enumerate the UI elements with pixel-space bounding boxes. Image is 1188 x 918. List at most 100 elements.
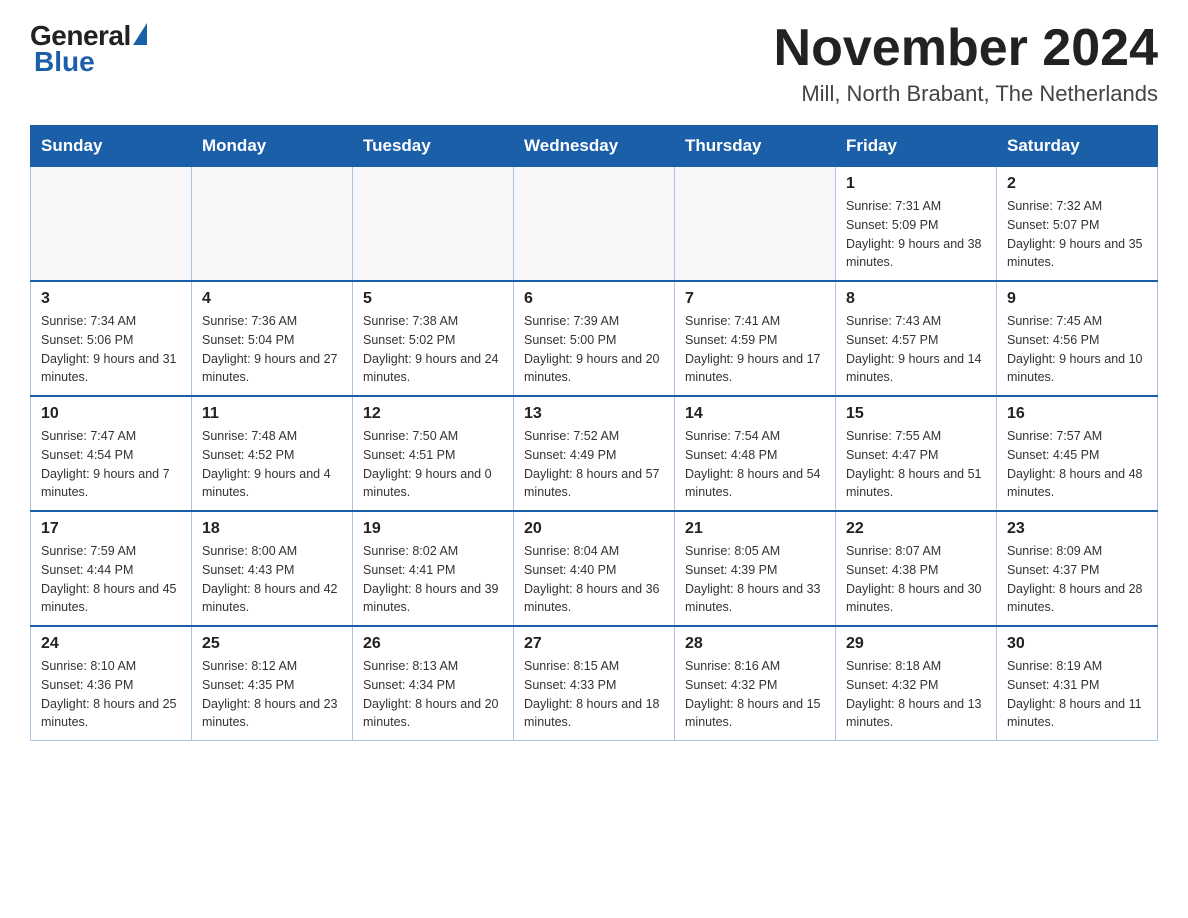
day-number: 8 — [846, 290, 986, 308]
table-row: 19Sunrise: 8:02 AM Sunset: 4:41 PM Dayli… — [353, 511, 514, 626]
header-day-thursday: Thursday — [675, 126, 836, 167]
title-block: November 2024 Mill, North Brabant, The N… — [774, 20, 1158, 107]
header-day-tuesday: Tuesday — [353, 126, 514, 167]
header-day-saturday: Saturday — [997, 126, 1158, 167]
location-title: Mill, North Brabant, The Netherlands — [774, 81, 1158, 107]
day-number: 12 — [363, 405, 503, 423]
day-info: Sunrise: 7:38 AM Sunset: 5:02 PM Dayligh… — [363, 312, 503, 387]
table-row: 2 Sunrise: 7:32 AM Sunset: 5:07 PM Daylig… — [997, 167, 1158, 282]
table-row: 29 Sunrise: 8:18 AM Sunset: 4:32 PM Dayli… — [836, 626, 997, 741]
table-row: 1 Sunrise: 7:31 AM Sunset: 5:09 PM Daylig… — [836, 167, 997, 282]
table-row: 28 Sunrise: 8:16 AM Sunset: 4:32 PM Dayli… — [675, 626, 836, 741]
page-header: General Blue November 2024 Mill, North B… — [30, 20, 1158, 107]
day-info: Sunrise: 8:00 AM Sunset: 4:43 PM Dayligh… — [202, 542, 342, 617]
calendar-week-3: 10 Sunrise: 7:47 AM Sunset: 4:54 PM Dayli… — [31, 396, 1158, 511]
day-number: 25 — [202, 635, 342, 653]
table-row: 26Sunrise: 8:13 AM Sunset: 4:34 PM Dayli… — [353, 626, 514, 741]
table-row: 5 Sunrise: 7:38 AM Sunset: 5:02 PM Daylig… — [353, 281, 514, 396]
day-info: Sunrise: 7:57 AM Sunset: 4:45 PM Dayligh… — [1007, 427, 1147, 502]
day-info: Sunrise: 8:16 AM Sunset: 4:32 PM Dayligh… — [685, 657, 825, 732]
day-info: Sunrise: 8:18 AM Sunset: 4:32 PM Dayligh… — [846, 657, 986, 732]
day-info: Sunrise: 7:31 AM Sunset: 5:09 PM Dayligh… — [846, 197, 986, 272]
day-number: 1 — [846, 175, 986, 193]
day-number: 9 — [1007, 290, 1147, 308]
logo-triangle-icon — [133, 23, 147, 45]
table-row: 13 Sunrise: 7:52 AM Sunset: 4:49 PM Dayli… — [514, 396, 675, 511]
day-info: Sunrise: 8:07 AM Sunset: 4:38 PM Dayligh… — [846, 542, 986, 617]
table-row: 20 Sunrise: 8:04 AM Sunset: 4:40 PM Dayli… — [514, 511, 675, 626]
table-row: 7 Sunrise: 7:41 AM Sunset: 4:59 PM Daylig… — [675, 281, 836, 396]
day-info: Sunrise: 7:43 AM Sunset: 4:57 PM Dayligh… — [846, 312, 986, 387]
day-number: 10 — [41, 405, 181, 423]
table-row: 21 Sunrise: 8:05 AM Sunset: 4:39 PM Dayli… — [675, 511, 836, 626]
table-row: 12 Sunrise: 7:50 AM Sunset: 4:51 PM Dayli… — [353, 396, 514, 511]
day-info: Sunrise: 7:47 AM Sunset: 4:54 PM Dayligh… — [41, 427, 181, 502]
day-number: 16 — [1007, 405, 1147, 423]
day-number: 17 — [41, 520, 181, 538]
table-row: 10 Sunrise: 7:47 AM Sunset: 4:54 PM Dayli… — [31, 396, 192, 511]
day-info: Sunrise: 8:05 AM Sunset: 4:39 PM Dayligh… — [685, 542, 825, 617]
table-row: 15 Sunrise: 7:55 AM Sunset: 4:47 PM Dayli… — [836, 396, 997, 511]
table-row: 22Sunrise: 8:07 AM Sunset: 4:38 PM Dayli… — [836, 511, 997, 626]
day-info: Sunrise: 8:12 AM Sunset: 4:35 PM Dayligh… — [202, 657, 342, 732]
day-info: Sunrise: 7:59 AM Sunset: 4:44 PM Dayligh… — [41, 542, 181, 617]
calendar-week-5: 24Sunrise: 8:10 AM Sunset: 4:36 PM Dayli… — [31, 626, 1158, 741]
day-number: 27 — [524, 635, 664, 653]
calendar-week-4: 17 Sunrise: 7:59 AM Sunset: 4:44 PM Dayli… — [31, 511, 1158, 626]
table-row: 16 Sunrise: 7:57 AM Sunset: 4:45 PM Dayli… — [997, 396, 1158, 511]
calendar-week-2: 3 Sunrise: 7:34 AM Sunset: 5:06 PM Daylig… — [31, 281, 1158, 396]
day-info: Sunrise: 7:32 AM Sunset: 5:07 PM Dayligh… — [1007, 197, 1147, 272]
calendar-table: SundayMondayTuesdayWednesdayThursdayFrid… — [30, 125, 1158, 741]
day-number: 11 — [202, 405, 342, 423]
table-row — [514, 167, 675, 282]
day-number: 28 — [685, 635, 825, 653]
header-day-friday: Friday — [836, 126, 997, 167]
logo: General Blue — [30, 20, 147, 78]
table-row: 25 Sunrise: 8:12 AM Sunset: 4:35 PM Dayli… — [192, 626, 353, 741]
day-info: Sunrise: 8:02 AM Sunset: 4:41 PM Dayligh… — [363, 542, 503, 617]
day-number: 13 — [524, 405, 664, 423]
day-info: Sunrise: 8:09 AM Sunset: 4:37 PM Dayligh… — [1007, 542, 1147, 617]
table-row: 11 Sunrise: 7:48 AM Sunset: 4:52 PM Dayli… — [192, 396, 353, 511]
day-info: Sunrise: 7:39 AM Sunset: 5:00 PM Dayligh… — [524, 312, 664, 387]
day-info: Sunrise: 7:52 AM Sunset: 4:49 PM Dayligh… — [524, 427, 664, 502]
day-number: 15 — [846, 405, 986, 423]
table-row: 24Sunrise: 8:10 AM Sunset: 4:36 PM Dayli… — [31, 626, 192, 741]
day-info: Sunrise: 7:55 AM Sunset: 4:47 PM Dayligh… — [846, 427, 986, 502]
day-info: Sunrise: 7:45 AM Sunset: 4:56 PM Dayligh… — [1007, 312, 1147, 387]
table-row — [31, 167, 192, 282]
table-row: 3 Sunrise: 7:34 AM Sunset: 5:06 PM Daylig… — [31, 281, 192, 396]
day-info: Sunrise: 8:13 AM Sunset: 4:34 PM Dayligh… — [363, 657, 503, 732]
day-info: Sunrise: 8:15 AM Sunset: 4:33 PM Dayligh… — [524, 657, 664, 732]
day-info: Sunrise: 7:41 AM Sunset: 4:59 PM Dayligh… — [685, 312, 825, 387]
day-number: 14 — [685, 405, 825, 423]
day-number: 2 — [1007, 175, 1147, 193]
day-info: Sunrise: 7:48 AM Sunset: 4:52 PM Dayligh… — [202, 427, 342, 502]
table-row: 9 Sunrise: 7:45 AM Sunset: 4:56 PM Daylig… — [997, 281, 1158, 396]
calendar-week-1: 1 Sunrise: 7:31 AM Sunset: 5:09 PM Daylig… — [31, 167, 1158, 282]
day-number: 5 — [363, 290, 503, 308]
day-number: 20 — [524, 520, 664, 538]
day-info: Sunrise: 8:19 AM Sunset: 4:31 PM Dayligh… — [1007, 657, 1147, 732]
day-number: 7 — [685, 290, 825, 308]
day-info: Sunrise: 8:10 AM Sunset: 4:36 PM Dayligh… — [41, 657, 181, 732]
header-day-monday: Monday — [192, 126, 353, 167]
day-info: Sunrise: 7:50 AM Sunset: 4:51 PM Dayligh… — [363, 427, 503, 502]
table-row: 27 Sunrise: 8:15 AM Sunset: 4:33 PM Dayli… — [514, 626, 675, 741]
day-number: 21 — [685, 520, 825, 538]
day-info: Sunrise: 8:04 AM Sunset: 4:40 PM Dayligh… — [524, 542, 664, 617]
day-number: 29 — [846, 635, 986, 653]
table-row: 4 Sunrise: 7:36 AM Sunset: 5:04 PM Daylig… — [192, 281, 353, 396]
day-number: 3 — [41, 290, 181, 308]
calendar-header-row: SundayMondayTuesdayWednesdayThursdayFrid… — [31, 126, 1158, 167]
table-row — [353, 167, 514, 282]
day-info: Sunrise: 7:36 AM Sunset: 5:04 PM Dayligh… — [202, 312, 342, 387]
table-row: 6 Sunrise: 7:39 AM Sunset: 5:00 PM Daylig… — [514, 281, 675, 396]
day-number: 6 — [524, 290, 664, 308]
day-info: Sunrise: 7:34 AM Sunset: 5:06 PM Dayligh… — [41, 312, 181, 387]
day-number: 23 — [1007, 520, 1147, 538]
day-info: Sunrise: 7:54 AM Sunset: 4:48 PM Dayligh… — [685, 427, 825, 502]
logo-blue-text: Blue — [30, 46, 95, 78]
day-number: 4 — [202, 290, 342, 308]
day-number: 18 — [202, 520, 342, 538]
